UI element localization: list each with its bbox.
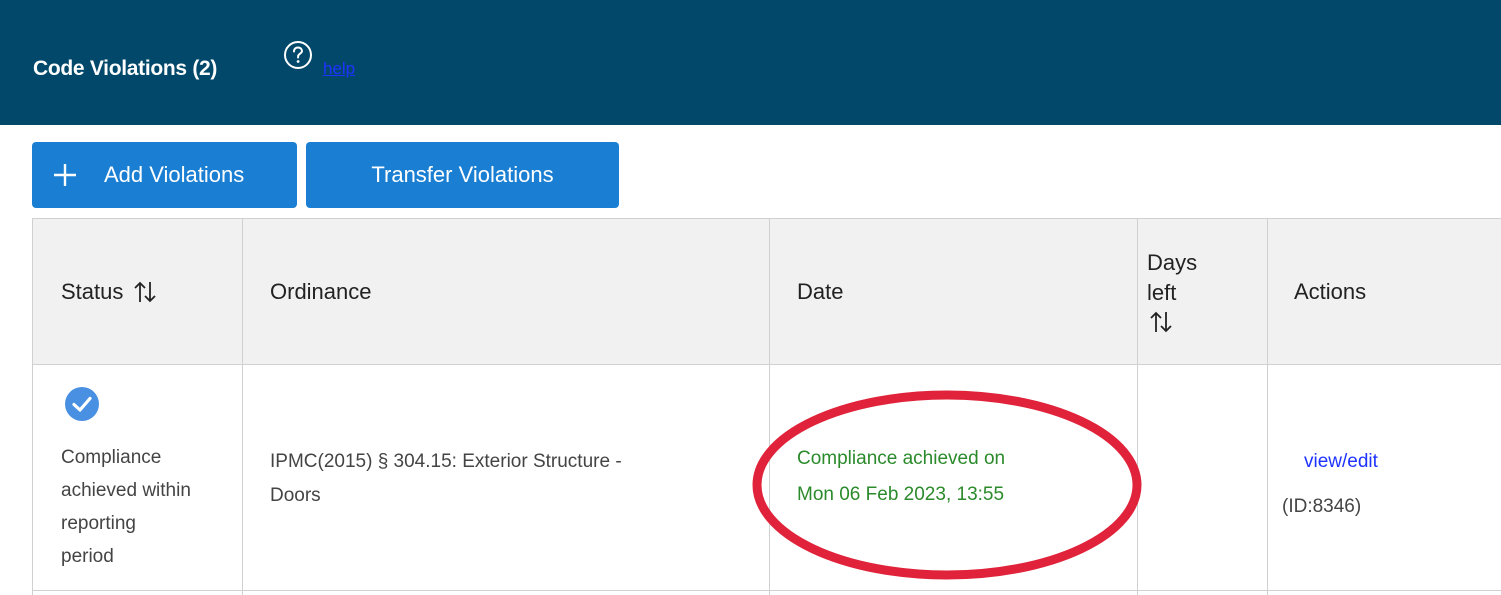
column-header-status[interactable]: Status xyxy=(61,218,159,365)
status-line: period xyxy=(61,546,114,567)
plus-icon xyxy=(54,164,76,186)
page: Code Violations (2) help Add Violations … xyxy=(0,0,1501,595)
table-header-row xyxy=(32,218,1501,365)
panel-title: Code Violations (2) xyxy=(33,57,218,80)
ordinance-line: IPMC(2015) § 304.15: Exterior Structure … xyxy=(270,451,622,472)
column-header-ordinance: Ordinance xyxy=(270,218,372,365)
column-header-date: Date xyxy=(797,218,843,365)
table-row xyxy=(32,365,1501,591)
transfer-violations-label: Transfer Violations xyxy=(371,162,554,187)
ordinance-text: IPMC(2015) § 304.15: Exterior Structure … xyxy=(270,445,740,513)
column-header-status-label: Status xyxy=(61,278,124,304)
violations-table: Status Ordinance Date Days left Actions xyxy=(32,218,1501,595)
column-header-actions: Actions xyxy=(1294,218,1366,365)
record-id: (ID:8346) xyxy=(1282,496,1362,517)
column-header-days-label: Days xyxy=(1147,249,1198,275)
column-header-ordinance-label: Ordinance xyxy=(270,278,372,304)
status-line: achieved within xyxy=(61,480,191,501)
help-link[interactable]: help xyxy=(323,59,355,79)
sort-arrows-icon[interactable] xyxy=(131,278,159,306)
check-circle-icon xyxy=(65,387,99,421)
panel-header: Code Violations (2) help xyxy=(0,0,1501,125)
column-header-days-left[interactable]: Days left xyxy=(1147,218,1197,365)
question-circle-icon[interactable] xyxy=(283,40,313,70)
compliance-date-text: Compliance achieved on Mon 06 Feb 2023, … xyxy=(797,441,1137,513)
date-line: Compliance achieved on xyxy=(797,448,1006,469)
ordinance-line: Doors xyxy=(270,485,321,506)
next-row-top xyxy=(32,591,1501,595)
add-violations-button[interactable]: Add Violations xyxy=(32,142,297,208)
column-header-actions-label: Actions xyxy=(1294,278,1367,304)
add-violations-label: Add Violations xyxy=(104,162,245,187)
transfer-violations-button[interactable]: Transfer Violations xyxy=(306,142,619,208)
column-header-left-label: left xyxy=(1147,279,1177,305)
date-line: Mon 06 Feb 2023, 13:55 xyxy=(797,484,1005,505)
status-line: Compliance xyxy=(61,447,162,468)
status-line: reporting xyxy=(61,513,136,534)
sort-arrows-icon[interactable] xyxy=(1147,308,1175,336)
status-text: Compliance achieved within reporting per… xyxy=(61,441,241,573)
view-edit-link[interactable]: view/edit xyxy=(1304,451,1378,473)
column-header-date-label: Date xyxy=(797,278,844,304)
